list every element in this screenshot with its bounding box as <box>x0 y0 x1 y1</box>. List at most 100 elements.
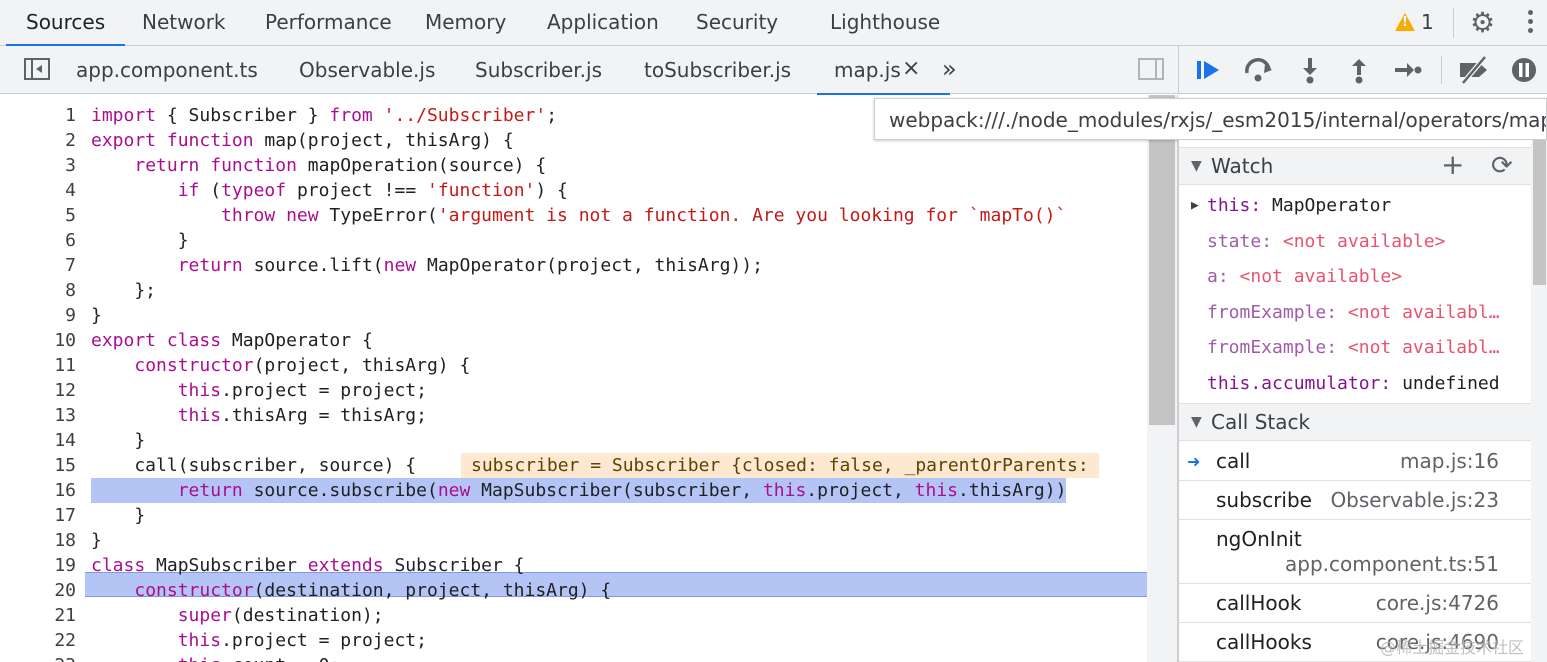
code-line[interactable]: 19 class MapSubscriber extends Subscriber… <box>0 553 1147 578</box>
call-frame[interactable]: ➜ call map.js:16 <box>1179 442 1531 481</box>
line-number[interactable]: 5 <box>10 203 76 228</box>
call-frame[interactable]: ngOnInit app.component.ts:51 <box>1179 520 1531 584</box>
sidebar-scrollbar[interactable] <box>1531 140 1547 662</box>
line-number[interactable]: 7 <box>10 253 76 278</box>
line-number[interactable]: 14 <box>10 428 76 453</box>
watch-expression-text: a: <not available> <box>1207 266 1403 287</box>
code-line[interactable]: 23 this.count = 0; <box>0 653 1147 662</box>
code-line[interactable]: 10 export class MapOperator { <box>0 328 1147 353</box>
code-line[interactable]: 15 call(subscriber, source) {subscriber … <box>0 453 1147 478</box>
warnings-counter[interactable]: 1 <box>1395 10 1434 34</box>
close-tab-icon[interactable]: × <box>902 46 920 92</box>
line-number[interactable]: 6 <box>10 228 76 253</box>
code-line[interactable]: 12 this.project = project; <box>0 378 1147 403</box>
line-number[interactable]: 1 <box>10 103 76 128</box>
step-icon[interactable] <box>1393 55 1423 85</box>
code-line[interactable]: 11 constructor(project, thisArg) { <box>0 353 1147 378</box>
call-frame-location[interactable]: core.js:4726 <box>1376 584 1499 623</box>
line-number[interactable]: 16 <box>10 478 76 503</box>
tab-security[interactable]: Security <box>696 0 778 46</box>
step-into-icon[interactable] <box>1295 55 1325 85</box>
line-number[interactable]: 4 <box>10 178 76 203</box>
more-options-icon[interactable] <box>1527 8 1533 38</box>
call-frame-location[interactable]: app.component.ts:51 <box>1285 546 1499 582</box>
file-tab-observable[interactable]: Observable.js <box>299 46 435 94</box>
call-frame[interactable]: subscribe Observable.js:23 <box>1179 481 1531 520</box>
line-number[interactable]: 23 <box>10 653 76 662</box>
code-line[interactable]: 16 return source.subscribe(new MapSubscr… <box>0 478 1147 503</box>
pause-on-exceptions-icon[interactable] <box>1509 55 1539 85</box>
code-line[interactable]: 14 } <box>0 428 1147 453</box>
call-frame-location[interactable]: Observable.js:23 <box>1330 481 1499 520</box>
tab-network[interactable]: Network <box>142 0 226 46</box>
sidebar-scroll-thumb[interactable] <box>1533 140 1546 285</box>
watch-expression[interactable]: a: <not available> <box>1179 259 1531 295</box>
line-number[interactable]: 3 <box>10 153 76 178</box>
line-number[interactable]: 8 <box>10 278 76 303</box>
line-number[interactable]: 10 <box>10 328 76 353</box>
code-line[interactable]: 18} <box>0 528 1147 553</box>
line-number[interactable]: 12 <box>10 378 76 403</box>
line-number[interactable]: 9 <box>10 303 76 328</box>
tab-performance[interactable]: Performance <box>265 0 392 46</box>
call-frame[interactable]: callHook core.js:4726 <box>1179 584 1531 623</box>
code-line[interactable]: 21 super(destination); <box>0 603 1147 628</box>
tab-lighthouse[interactable]: Lighthouse <box>830 0 940 46</box>
code-line[interactable]: 22 this.project = project; <box>0 628 1147 653</box>
line-number[interactable]: 15 <box>10 453 76 478</box>
deactivate-breakpoints-icon[interactable] <box>1457 55 1487 85</box>
line-number[interactable]: 20 <box>10 578 76 603</box>
line-number[interactable]: 21 <box>10 603 76 628</box>
file-tab-map[interactable]: map.js <box>817 46 950 95</box>
line-number[interactable]: 22 <box>10 628 76 653</box>
code-text: constructor(project, thisArg) { <box>134 355 471 376</box>
tab-application[interactable]: Application <box>547 0 659 46</box>
code-line[interactable]: 17 } <box>0 503 1147 528</box>
watch-section-header[interactable]: ▼ Watch + ⟳ <box>1179 147 1531 185</box>
line-number[interactable]: 11 <box>10 353 76 378</box>
editor-scrollbar[interactable] <box>1147 95 1178 662</box>
code-text: }; <box>91 280 157 301</box>
step-out-icon[interactable] <box>1344 55 1374 85</box>
line-number[interactable]: 18 <box>10 528 76 553</box>
code-editor[interactable]: 1 import { Subscriber } from '../Subscrib… <box>0 95 1147 662</box>
call-frame-function: callHooks <box>1216 630 1312 654</box>
code-line[interactable]: 8 }; <box>0 278 1147 303</box>
code-line[interactable]: 4 if (typeof project !== 'function') { <box>0 178 1147 203</box>
line-number[interactable]: 2 <box>10 128 76 153</box>
code-line[interactable]: 3 return function mapOperation(source) { <box>0 153 1147 178</box>
toggle-debugger-icon[interactable] <box>1138 58 1164 80</box>
file-tab-tosubscriber[interactable]: toSubscriber.js <box>644 46 791 94</box>
line-number[interactable]: 17 <box>10 503 76 528</box>
resume-icon[interactable] <box>1193 55 1223 85</box>
watch-expression[interactable]: this.accumulator: undefined <box>1179 366 1531 402</box>
code-text: export class MapOperator { <box>91 330 373 351</box>
more-tabs-icon[interactable]: » <box>942 46 957 92</box>
gear-icon[interactable]: ⚙ <box>1470 8 1495 38</box>
code-text: this.project = project; <box>177 380 427 401</box>
refresh-watch-icon[interactable]: ⟳ <box>1491 148 1513 184</box>
line-number[interactable]: 19 <box>10 553 76 578</box>
call-frame-location[interactable]: map.js:16 <box>1400 442 1499 481</box>
expand-arrow-icon[interactable]: ▶ <box>1191 188 1199 224</box>
watch-expression[interactable]: fromExample: <not availabl… <box>1179 330 1531 366</box>
line-number[interactable]: 13 <box>10 403 76 428</box>
code-line[interactable]: 13 this.thisArg = thisArg; <box>0 403 1147 428</box>
file-tab-subscriber[interactable]: Subscriber.js <box>475 46 602 94</box>
call-stack-section-header[interactable]: ▼ Call Stack <box>1179 403 1531 441</box>
add-watch-icon[interactable]: + <box>1441 148 1464 182</box>
code-line[interactable]: 6 } <box>0 228 1147 253</box>
watch-expression[interactable]: state: <not available> <box>1179 224 1531 260</box>
code-line[interactable]: 7 return source.lift(new MapOperator(pro… <box>0 253 1147 278</box>
code-line[interactable]: 20 constructor(destination, project, thi… <box>0 578 1147 603</box>
code-line[interactable]: 9} <box>0 303 1147 328</box>
tab-memory[interactable]: Memory <box>425 0 506 46</box>
code-line[interactable]: 5 throw new TypeError('argument is not a… <box>0 203 1147 228</box>
watch-expression[interactable]: fromExample: <not availabl… <box>1179 295 1531 331</box>
file-tab-app-component[interactable]: app.component.ts <box>76 46 258 94</box>
toggle-navigator-icon[interactable] <box>24 58 50 80</box>
watch-expression[interactable]: ▶ this: MapOperator <box>1179 188 1531 224</box>
step-over-icon[interactable] <box>1243 55 1273 85</box>
editor-scroll-thumb[interactable] <box>1149 95 1175 425</box>
tab-sources[interactable]: Sources <box>5 0 126 46</box>
